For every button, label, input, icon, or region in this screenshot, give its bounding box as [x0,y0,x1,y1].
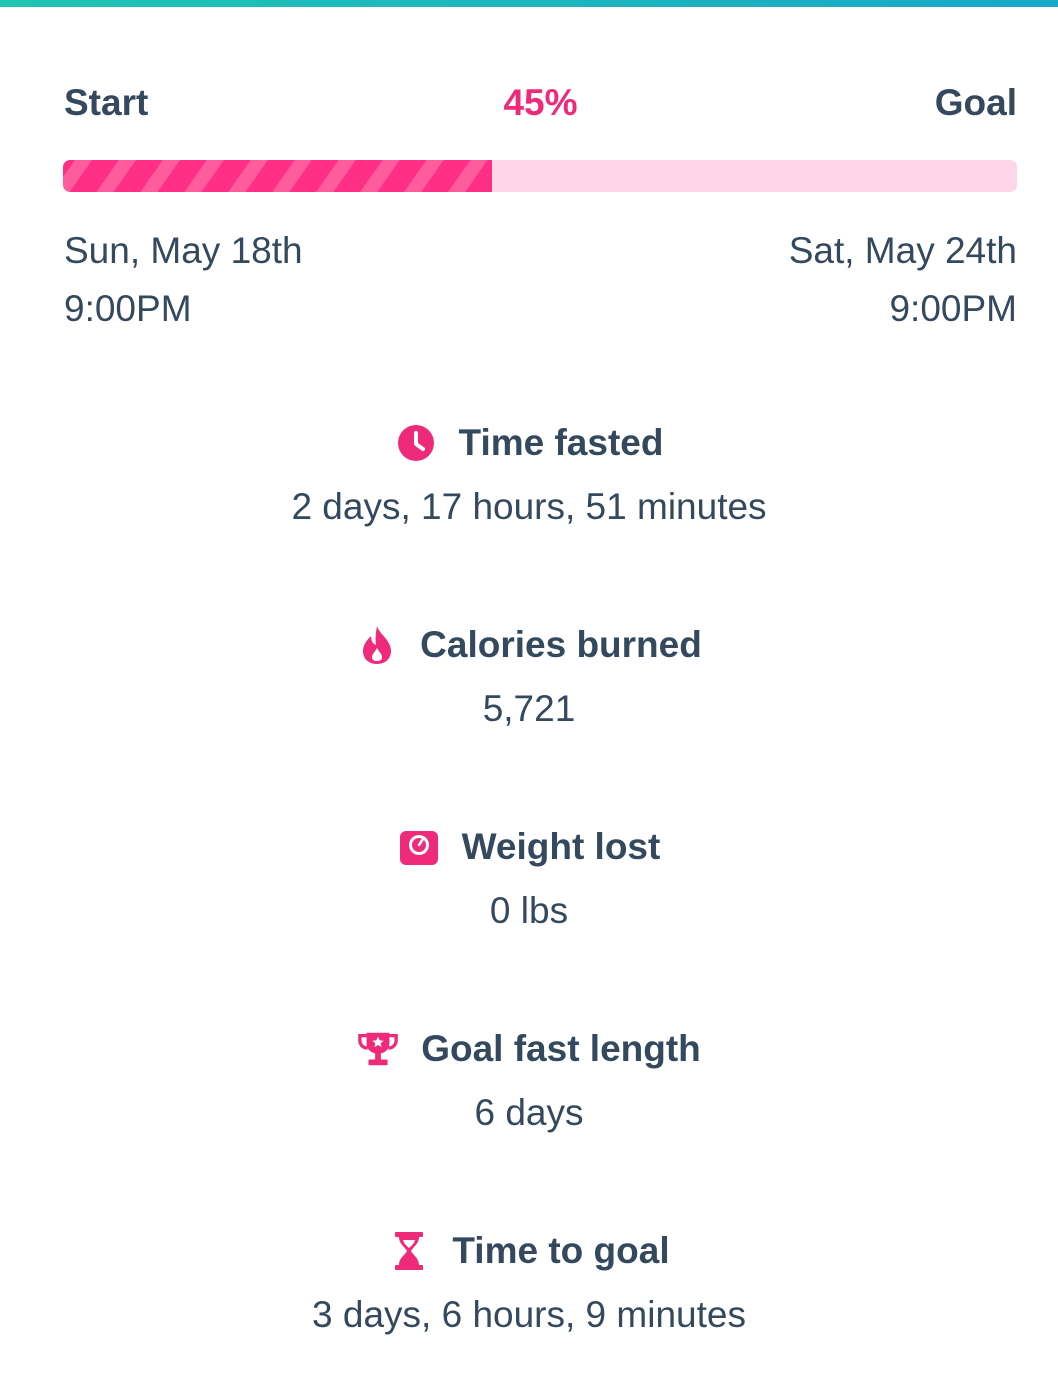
stat-value: 2 days, 17 hours, 51 minutes [291,486,767,527]
goal-time: 9:00PM [889,288,1017,329]
progress-bar [63,160,1017,192]
stat-value: 5,721 [482,688,576,729]
goal-label: Goal [934,82,1017,123]
progress-bar-fill [63,160,493,192]
stat-value: 0 lbs [489,890,569,931]
stat-title: Time to goal [452,1230,670,1271]
start-date: Sun, May 18th [64,230,303,271]
scale-icon [398,826,440,868]
flame-icon [356,624,398,666]
stat-title: Weight lost [461,826,661,867]
goal-date: Sat, May 24th [788,230,1017,271]
progress-percent: 45% [503,82,578,123]
clock-icon [395,422,437,464]
stat-title: Calories burned [420,624,702,665]
goal-datetime: Sat, May 24th 9:00PM [789,222,1017,338]
stat-goal-fast-length: Goal fast length 6 days [0,1024,1058,1138]
stat-title: Goal fast length [421,1028,701,1069]
stat-title: Time fasted [458,422,664,463]
stat-value: 6 days [474,1092,584,1133]
stat-weight-lost: Weight lost 0 lbs [0,822,1058,936]
stat-time-to-goal: Time to goal 3 days, 6 hours, 9 minutes [0,1226,1058,1340]
stat-value: 3 days, 6 hours, 9 minutes [312,1294,746,1335]
top-accent-bar [0,0,1058,7]
stat-calories-burned: Calories burned 5,721 [0,620,1058,734]
trophy-icon [357,1028,399,1070]
start-time: 9:00PM [64,288,192,329]
stat-time-fasted: Time fasted 2 days, 17 hours, 51 minutes [0,418,1058,532]
hourglass-icon [388,1230,430,1272]
start-datetime: Sun, May 18th 9:00PM [64,222,303,338]
progress-header: Start 45% Goal [64,82,1017,126]
